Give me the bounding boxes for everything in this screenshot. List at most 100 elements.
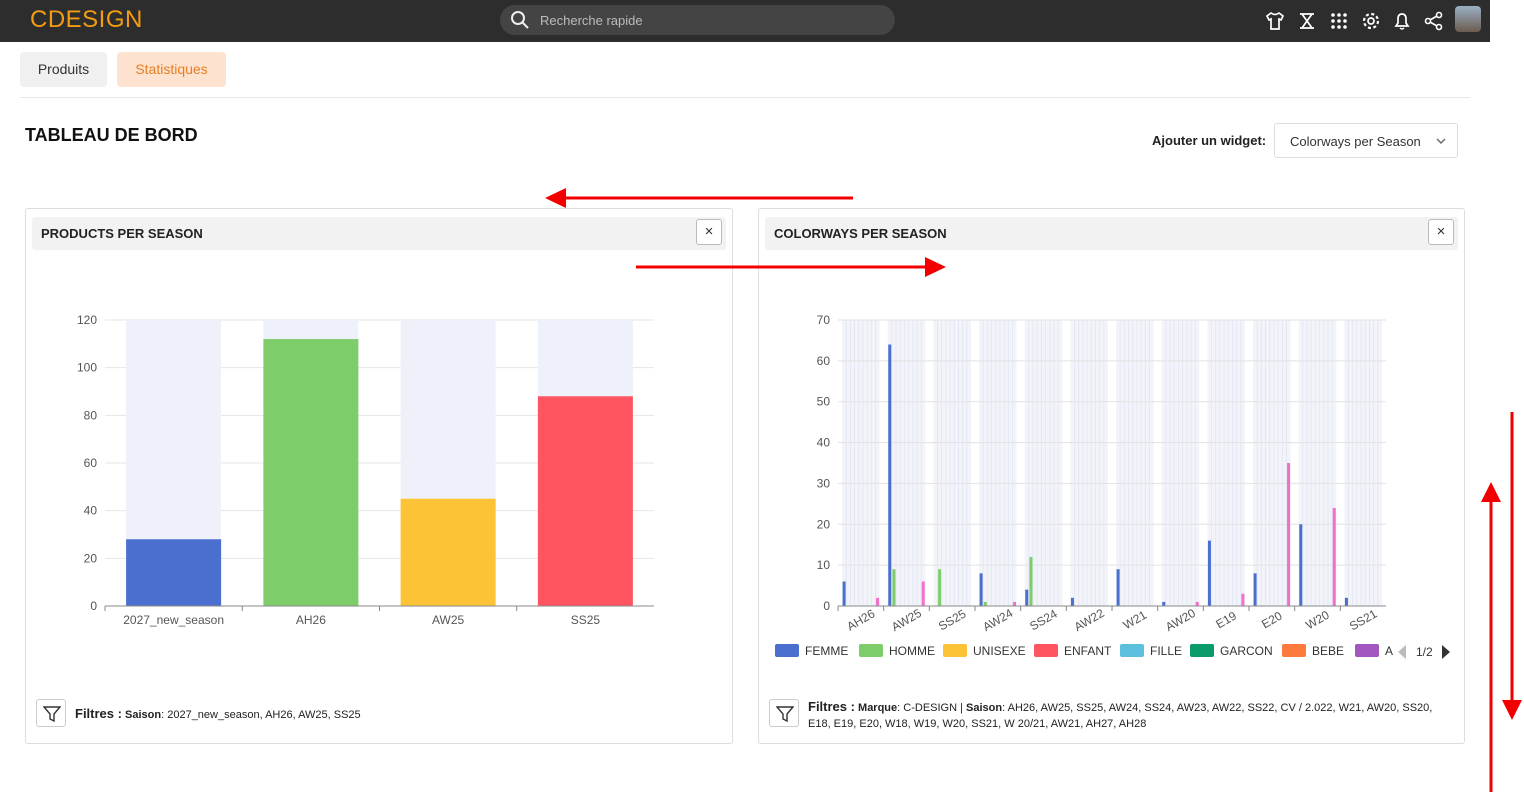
bar[interactable] — [1332, 507, 1336, 606]
y-tick-label: 40 — [817, 436, 831, 450]
y-tick-label: 80 — [84, 408, 98, 422]
bar[interactable] — [892, 569, 896, 606]
bar[interactable] — [842, 581, 846, 606]
category-background — [1161, 320, 1200, 606]
tab-produits[interactable]: Produits — [20, 52, 107, 87]
filters-summary: Filtres : Saison: 2027_new_season, AH26,… — [75, 706, 715, 723]
x-tick-label: AW25 — [889, 606, 924, 634]
filter-button[interactable] — [36, 699, 66, 727]
top-bar: CDESIGN Recherche rapide — [0, 0, 1490, 42]
page-title: TABLEAU DE BORD — [25, 125, 198, 145]
category-background — [1207, 320, 1245, 606]
category-background — [842, 320, 880, 606]
gear-icon[interactable] — [1360, 10, 1382, 32]
bar[interactable] — [938, 569, 942, 606]
bar[interactable] — [1013, 601, 1017, 606]
bar[interactable] — [1207, 540, 1211, 606]
bell-icon[interactable] — [1391, 10, 1413, 32]
arrow-up-annotation — [1481, 482, 1501, 792]
bar[interactable] — [1025, 589, 1029, 606]
legend-item-label[interactable]: UNISEXE — [973, 644, 1026, 658]
legend-item-label[interactable]: A — [1385, 644, 1393, 658]
bar[interactable] — [1029, 556, 1033, 606]
bar[interactable] — [400, 498, 496, 606]
search-bar[interactable]: Recherche rapide — [500, 5, 895, 35]
legend-item-label[interactable]: FILLE — [1150, 644, 1182, 658]
bar[interactable] — [537, 396, 633, 606]
bar[interactable] — [983, 601, 987, 606]
y-tick-label: 20 — [84, 551, 98, 565]
legend-swatch[interactable] — [1034, 644, 1058, 657]
category-background — [979, 320, 1017, 606]
x-tick-label: W21 — [1121, 608, 1150, 633]
filters-value-brand: : C-DESIGN | — [897, 702, 967, 714]
legend-swatch[interactable] — [943, 644, 967, 657]
x-tick-label: AH26 — [844, 606, 877, 633]
share-icon[interactable] — [1423, 10, 1445, 32]
logo[interactable]: CDESIGN — [30, 6, 143, 34]
apps-grid-icon[interactable] — [1328, 10, 1350, 32]
legend-swatch[interactable] — [1190, 644, 1214, 657]
bar[interactable] — [921, 581, 925, 606]
colorways-per-season-widget: COLORWAYS PER SEASON × 0 10 20 30 40 50 60 70 AH… — [758, 208, 1465, 744]
y-tick-label: 120 — [77, 313, 97, 327]
bar[interactable] — [1241, 593, 1245, 606]
colorways-per-season-chart: 0 10 20 30 40 50 60 70 AH26 AW25 SS25 AW24 SS24 AW22 W… — [775, 313, 1450, 659]
tab-statistiques[interactable]: Statistiques — [117, 52, 226, 87]
x-tick-label: AW20 — [1163, 606, 1198, 634]
bar[interactable] — [876, 597, 880, 606]
filter-icon — [776, 706, 794, 723]
bar[interactable] — [1162, 601, 1166, 606]
y-tick-label: 70 — [817, 313, 831, 327]
filter-icon — [43, 706, 61, 723]
bar[interactable] — [263, 339, 359, 606]
legend-item-label[interactable]: FEMME — [805, 644, 848, 658]
legend-prev-icon[interactable] — [1398, 645, 1406, 659]
legend-item-label[interactable]: ENFANT — [1064, 644, 1112, 658]
bar[interactable] — [1070, 597, 1074, 606]
bar[interactable] — [1344, 597, 1348, 606]
bar[interactable] — [888, 344, 892, 606]
add-widget-label: Ajouter un widget: — [1152, 133, 1267, 148]
tshirt-icon[interactable] — [1264, 10, 1286, 32]
bar[interactable] — [1116, 569, 1120, 606]
x-tick-label: AW25 — [432, 613, 465, 627]
bar[interactable] — [1253, 573, 1257, 606]
category-background — [1344, 320, 1382, 606]
chevron-down-icon — [1436, 138, 1446, 144]
bar[interactable] — [1299, 524, 1303, 606]
avatar[interactable] — [1455, 6, 1481, 32]
legend-swatch[interactable] — [1282, 644, 1306, 657]
filters-key-brand: Marque — [858, 702, 898, 714]
bar[interactable] — [1195, 601, 1199, 606]
bar[interactable] — [126, 539, 222, 606]
y-tick-label: 0 — [90, 599, 97, 613]
y-tick-label: 60 — [84, 456, 98, 470]
bar[interactable] — [979, 573, 983, 606]
legend-swatch[interactable] — [859, 644, 883, 657]
x-tick-label: E19 — [1213, 608, 1239, 631]
legend-swatch[interactable] — [1120, 644, 1144, 657]
x-tick-label: E20 — [1259, 608, 1285, 631]
collection-icon[interactable] — [1296, 10, 1318, 32]
category-background — [933, 320, 971, 606]
legend-item-label[interactable]: HOMME — [889, 644, 935, 658]
x-tick-label: W20 — [1303, 608, 1332, 633]
divider — [20, 97, 1470, 98]
legend-swatch[interactable] — [775, 644, 799, 657]
category-background — [1298, 320, 1337, 606]
products-per-season-widget: PRODUCTS PER SEASON × 0 20 40 60 80 100 120 202… — [25, 208, 733, 744]
legend-swatch[interactable] — [1355, 644, 1379, 657]
search-input[interactable]: Recherche rapide — [540, 13, 643, 28]
y-tick-label: 40 — [84, 504, 98, 518]
y-tick-label: 0 — [823, 599, 830, 613]
x-tick-label: SS24 — [1027, 606, 1060, 633]
y-tick-label: 30 — [817, 476, 831, 490]
legend-item-label[interactable]: BEBE — [1312, 644, 1344, 658]
filter-button[interactable] — [769, 699, 799, 727]
legend-item-label[interactable]: GARCON — [1220, 644, 1273, 658]
add-widget-select[interactable]: Colorways per Season — [1274, 123, 1458, 158]
legend-page-indicator: 1/2 — [1416, 645, 1433, 659]
bar[interactable] — [1287, 463, 1291, 606]
legend-next-icon[interactable] — [1442, 645, 1450, 659]
